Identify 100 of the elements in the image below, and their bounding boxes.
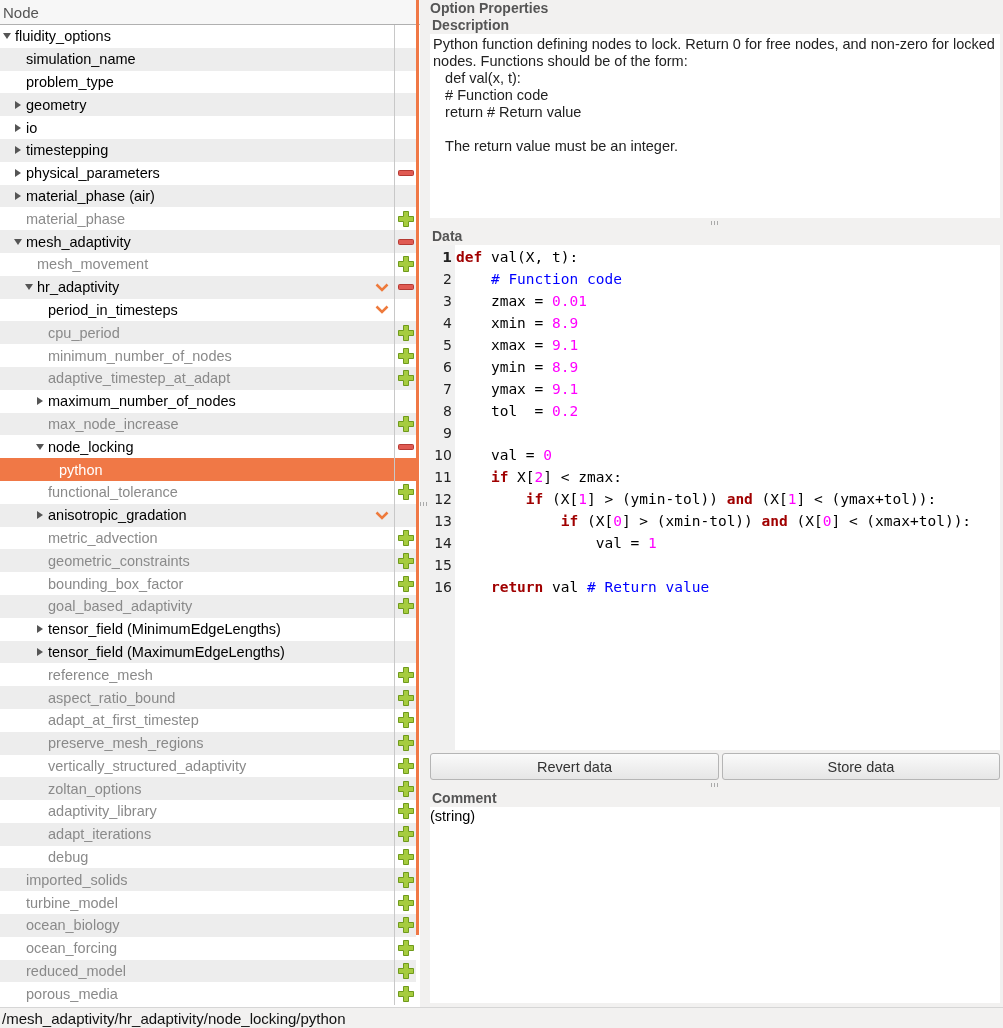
- splitter-grip-icon[interactable]: [711, 221, 719, 225]
- add-plus-icon[interactable]: [398, 689, 414, 706]
- code-text: zmax =: [489, 293, 545, 309]
- tree-row[interactable]: imported_solids: [0, 868, 416, 892]
- comment-field[interactable]: (string): [430, 807, 1000, 1003]
- collapsed-arrow-icon[interactable]: [14, 191, 22, 200]
- chevron-down-icon[interactable]: [375, 282, 389, 292]
- add-plus-icon[interactable]: [398, 484, 414, 501]
- tree-row[interactable]: goal_based_adaptivity: [0, 594, 416, 618]
- tree-row[interactable]: zoltan_options: [0, 777, 416, 801]
- add-plus-icon[interactable]: [398, 803, 414, 820]
- code-text: ymin =: [489, 359, 545, 375]
- splitter-grip-icon[interactable]: [420, 501, 428, 506]
- tree-row[interactable]: adapt_iterations: [0, 822, 416, 846]
- code-keyword: if: [524, 491, 544, 507]
- add-plus-icon[interactable]: [398, 256, 414, 273]
- add-plus-icon[interactable]: [398, 575, 414, 592]
- add-plus-icon[interactable]: [398, 347, 414, 364]
- add-plus-icon[interactable]: [398, 894, 414, 911]
- node-label: python: [59, 461, 104, 478]
- scrollbar-thumb[interactable]: [416, 0, 419, 935]
- expanded-arrow-icon[interactable]: [25, 283, 33, 292]
- tree-row[interactable]: ocean_biology: [0, 914, 416, 937]
- tree-row[interactable]: geometric_constraints: [0, 549, 416, 573]
- node-label: anisotropic_gradation: [48, 507, 188, 524]
- node-label: geometry: [26, 96, 88, 113]
- expanded-arrow-icon[interactable]: [3, 32, 11, 41]
- node-label: ocean_forcing: [26, 940, 119, 957]
- tree-row[interactable]: cpu_period: [0, 321, 416, 345]
- add-plus-icon[interactable]: [398, 415, 414, 432]
- code-number: 1: [787, 491, 797, 507]
- node-label: functional_tolerance: [48, 484, 179, 501]
- code-text: val: [551, 579, 580, 595]
- add-plus-icon[interactable]: [398, 757, 414, 774]
- tree-row[interactable]: mesh_adaptivity: [0, 230, 416, 253]
- collapsed-arrow-icon[interactable]: [36, 647, 44, 656]
- tree-row[interactable]: simulation_name: [0, 47, 416, 71]
- add-plus-icon[interactable]: [398, 324, 414, 341]
- add-plus-icon[interactable]: [398, 666, 414, 683]
- revert-button[interactable]: Revert data: [430, 753, 719, 780]
- expanded-arrow-icon[interactable]: [36, 442, 44, 451]
- add-plus-icon[interactable]: [398, 917, 414, 934]
- collapsed-arrow-icon[interactable]: [14, 123, 22, 132]
- status-bar: /mesh_adaptivity/hr_adaptivity/node_locking/python: [0, 1007, 1003, 1028]
- collapsed-arrow-icon[interactable]: [14, 146, 22, 155]
- tree-row[interactable]: anisotropic_gradation: [0, 503, 416, 527]
- node-label: maximum_number_of_nodes: [48, 393, 237, 410]
- collapsed-arrow-icon[interactable]: [36, 397, 44, 406]
- code-number: 0.01: [552, 293, 587, 309]
- column-header[interactable]: Node: [0, 0, 420, 25]
- remove-minus-icon[interactable]: [398, 238, 414, 245]
- collapsed-arrow-icon[interactable]: [14, 169, 22, 178]
- tree-row[interactable]: material_phase (air): [0, 184, 416, 208]
- remove-minus-icon[interactable]: [398, 443, 414, 450]
- store-button[interactable]: Store data: [722, 753, 1000, 780]
- splitter-grip-icon[interactable]: [711, 783, 719, 787]
- add-plus-icon[interactable]: [398, 210, 414, 227]
- line-number: 13: [434, 512, 452, 531]
- collapsed-arrow-icon[interactable]: [14, 100, 22, 109]
- chevron-down-icon[interactable]: [375, 510, 389, 520]
- node-label: ocean_biology: [26, 917, 121, 934]
- panel-title: Option Properties: [430, 0, 550, 17]
- remove-minus-icon[interactable]: [398, 170, 414, 177]
- tree-row[interactable]: preserve_mesh_regions: [0, 731, 416, 755]
- line-number: 5: [443, 336, 452, 355]
- add-plus-icon[interactable]: [398, 871, 414, 888]
- tree-row[interactable]: max_node_increase: [0, 412, 416, 436]
- node-label: preserve_mesh_regions: [48, 735, 205, 752]
- expanded-arrow-icon[interactable]: [14, 237, 22, 246]
- code-keyword: and: [726, 491, 753, 507]
- add-plus-icon[interactable]: [398, 735, 414, 752]
- tree-row[interactable]: timestepping: [0, 139, 416, 162]
- collapsed-arrow-icon[interactable]: [36, 625, 44, 634]
- node-label: hr_adaptivity: [37, 279, 121, 296]
- remove-minus-icon[interactable]: [398, 284, 414, 291]
- add-plus-icon[interactable]: [398, 598, 414, 615]
- add-plus-icon[interactable]: [398, 963, 414, 980]
- add-plus-icon[interactable]: [398, 529, 414, 546]
- tree-row[interactable]: reduced_model: [0, 959, 416, 983]
- tree-row[interactable]: aspect_ratio_bound: [0, 686, 416, 709]
- add-plus-icon[interactable]: [398, 780, 414, 797]
- add-plus-icon[interactable]: [398, 826, 414, 843]
- chevron-down-icon[interactable]: [375, 305, 389, 315]
- tree-row[interactable]: adaptive_timestep_at_adapt: [0, 366, 416, 390]
- add-plus-icon[interactable]: [398, 712, 414, 729]
- add-plus-icon[interactable]: [398, 552, 414, 569]
- add-plus-icon[interactable]: [398, 985, 414, 1002]
- code-number: 0: [543, 447, 553, 463]
- tree-row[interactable]: python: [0, 458, 416, 481]
- code-text: (X[: [795, 513, 823, 529]
- node-label: reference_mesh: [48, 666, 154, 683]
- tree-row[interactable]: tensor_field (MaximumEdgeLengths): [0, 640, 416, 664]
- add-plus-icon[interactable]: [398, 370, 414, 387]
- node-label: fluidity_options: [15, 28, 112, 45]
- collapsed-arrow-icon[interactable]: [36, 511, 44, 520]
- tree-row[interactable]: geometry: [0, 93, 416, 117]
- add-plus-icon[interactable]: [398, 940, 414, 957]
- add-plus-icon[interactable]: [398, 849, 414, 866]
- tree-row[interactable]: hr_adaptivity: [0, 275, 416, 299]
- node-label: period_in_timesteps: [48, 301, 179, 318]
